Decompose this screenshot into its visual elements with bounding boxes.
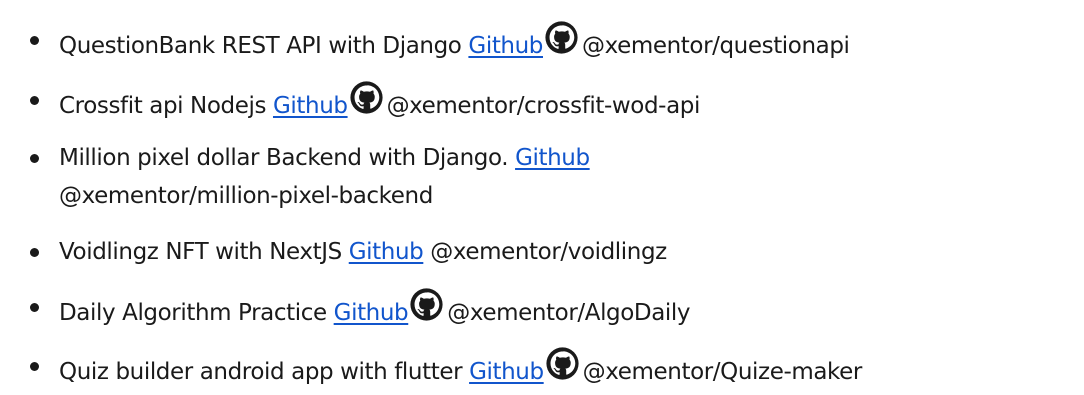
- bullet: [30, 303, 39, 312]
- github-link[interactable]: Github: [515, 145, 590, 171]
- bullet: [30, 36, 39, 45]
- github-link[interactable]: Github: [468, 33, 543, 59]
- github-link[interactable]: Github: [349, 239, 424, 265]
- bullet: [30, 96, 39, 105]
- github-link[interactable]: Github: [469, 359, 544, 385]
- project-title: Voidlingz NFT with NextJS: [59, 239, 342, 265]
- github-icon[interactable]: [349, 81, 383, 114]
- github-link[interactable]: Github: [273, 93, 348, 119]
- project-title: Quiz builder android app with flutter: [59, 359, 463, 385]
- github-icon[interactable]: [545, 21, 578, 54]
- repo-handle: @xementor/crossfit-wod-api: [386, 93, 701, 119]
- github-icon[interactable]: [546, 347, 579, 380]
- github-icon[interactable]: [410, 288, 443, 321]
- repo-handle: @xementor/voidlingz: [430, 239, 667, 265]
- project-title: Crossfit api Nodejs: [59, 93, 267, 119]
- github-link[interactable]: Github: [334, 300, 409, 326]
- project-title: Daily Algorithm Practice: [59, 300, 327, 326]
- repo-handle: @xementor/questionapi: [582, 33, 850, 59]
- bullet: [30, 362, 39, 371]
- bullet: [30, 154, 39, 163]
- project-title: QuestionBank REST API with Django: [59, 33, 462, 59]
- project-title: Million pixel dollar Backend with Django…: [59, 145, 509, 171]
- repo-handle: @xementor/Quize-maker: [582, 359, 863, 385]
- repo-handle: @xementor/million-pixel-backend: [59, 183, 433, 209]
- repo-handle: @xementor/AlgoDaily: [447, 300, 691, 326]
- bullet: [30, 248, 39, 257]
